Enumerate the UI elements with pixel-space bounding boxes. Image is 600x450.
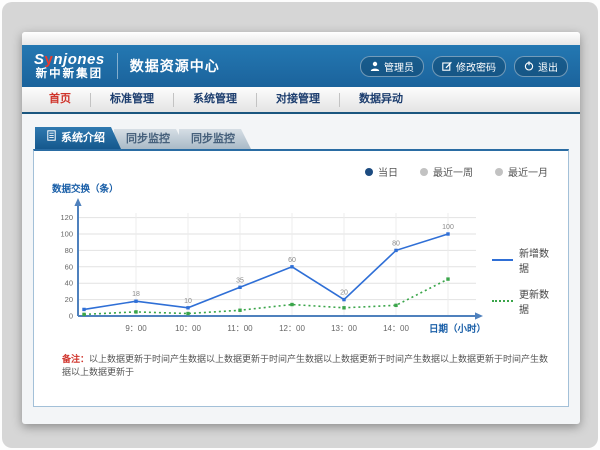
footnote-text: 以上数据更新于时间产生数据以上数据更新于时间产生数据以上数据更新于时间产生数据以…: [62, 354, 548, 377]
filter-last-week[interactable]: 最近一周: [420, 164, 473, 179]
svg-text:80: 80: [392, 240, 400, 247]
filter-today[interactable]: 当日: [365, 164, 398, 179]
change-password-label: 修改密码: [456, 59, 496, 74]
nav-item-data-change[interactable]: 数据异动: [340, 87, 422, 112]
power-icon: [524, 61, 534, 71]
tab-sync-monitor-2[interactable]: 同步监控: [179, 129, 251, 149]
nav-item-standard-mgmt[interactable]: 标准管理: [91, 87, 173, 112]
svg-text:数据交换（条）: 数据交换（条）: [51, 183, 119, 195]
brand-logo-subtitle: 新中新集团: [34, 68, 105, 80]
change-password-button[interactable]: 修改密码: [432, 56, 506, 77]
brand-logo: Synjones 新中新集团: [34, 52, 105, 80]
svg-text:9：00: 9：00: [125, 324, 147, 333]
admin-user-button[interactable]: 管理员: [360, 56, 424, 77]
edit-icon: [442, 61, 452, 71]
legend-new-data-label: 新增数据: [519, 245, 554, 275]
desktop-background: Synjones 新中新集团 数据资源中心 管理员 修改密码 退出: [2, 2, 598, 448]
svg-text:12：00: 12：00: [279, 324, 305, 333]
svg-text:0: 0: [69, 312, 73, 321]
content-area: 系统介绍 同步监控 同步监控 当日 最近一周: [22, 114, 580, 407]
app-window: Synjones 新中新集团 数据资源中心 管理员 修改密码 退出: [22, 32, 580, 424]
svg-text:20: 20: [340, 290, 348, 297]
svg-text:60: 60: [288, 257, 296, 264]
tab-system-intro[interactable]: 系统介绍: [35, 127, 121, 149]
logout-label: 退出: [538, 59, 558, 74]
nav-item-home[interactable]: 首页: [30, 87, 90, 112]
tab-strip: 系统介绍 同步监控 同步监控: [33, 127, 569, 149]
header-user-actions: 管理员 修改密码 退出: [360, 56, 568, 77]
nav-item-system-mgmt[interactable]: 系统管理: [174, 87, 256, 112]
chart-panel: 当日 最近一周 最近一月 0 20 40 60 80 100 120 9：00 10：00 11：…: [33, 149, 569, 407]
chart-legend: 新增数据 更新数据: [492, 245, 554, 338]
filter-last-month-label: 最近一月: [508, 164, 548, 179]
svg-text:10: 10: [184, 298, 192, 305]
filter-today-label: 当日: [378, 164, 398, 179]
footnote-label: 备注：: [62, 354, 89, 364]
main-nav: 首页 标准管理 系统管理 对接管理 数据异动: [22, 87, 580, 114]
filter-last-week-label: 最近一周: [433, 164, 473, 179]
footnote: 备注：以上数据更新于时间产生数据以上数据更新于时间产生数据以上数据更新于时间产生…: [48, 353, 554, 378]
nav-item-interface-mgmt[interactable]: 对接管理: [257, 87, 339, 112]
svg-text:13：00: 13：00: [331, 324, 357, 333]
header-divider: [117, 53, 118, 79]
dotted-line-swatch-icon: [492, 300, 513, 302]
admin-user-label: 管理员: [384, 59, 414, 74]
data-exchange-line-chart: 0 20 40 60 80 100 120 9：00 10：00 11：00 12：00 13：00 1…: [48, 183, 488, 338]
svg-text:100: 100: [442, 224, 454, 231]
svg-text:40: 40: [65, 279, 73, 288]
app-title: 数据资源中心: [130, 56, 220, 76]
svg-text:11：00: 11：00: [227, 324, 253, 333]
svg-text:14：00: 14：00: [383, 324, 409, 333]
radio-dot-icon: [365, 168, 373, 176]
legend-item-new-data: 新增数据: [492, 245, 554, 275]
tab-sync-monitor-1[interactable]: 同步监控: [114, 129, 186, 149]
svg-text:20: 20: [65, 295, 73, 304]
filter-last-month[interactable]: 最近一月: [495, 164, 548, 179]
legend-item-updated-data: 更新数据: [492, 286, 554, 316]
logout-button[interactable]: 退出: [514, 56, 568, 77]
svg-text:100: 100: [60, 230, 73, 239]
logo-text-pre: S: [34, 51, 45, 68]
radio-dot-icon: [420, 168, 428, 176]
svg-text:60: 60: [65, 262, 73, 271]
document-icon: [47, 127, 56, 149]
legend-updated-data-label: 更新数据: [519, 286, 554, 316]
svg-text:80: 80: [65, 246, 73, 255]
logo-text-post: njones: [53, 51, 104, 68]
brand-logo-wordmark: Synjones: [34, 52, 105, 68]
chart-container: 0 20 40 60 80 100 120 9：00 10：00 11：00 12：00 13：00 1…: [48, 183, 554, 338]
app-header: Synjones 新中新集团 数据资源中心 管理员 修改密码 退出: [22, 45, 580, 87]
tab-system-intro-label: 系统介绍: [61, 127, 105, 149]
period-filters: 当日 最近一周 最近一月: [48, 151, 554, 179]
svg-text:18: 18: [132, 291, 140, 298]
user-icon: [370, 61, 380, 71]
window-top-strip: [22, 32, 580, 45]
svg-text:35: 35: [236, 277, 244, 284]
svg-text:10：00: 10：00: [175, 324, 201, 333]
svg-text:120: 120: [60, 213, 73, 222]
solid-line-swatch-icon: [492, 259, 513, 261]
svg-text:日期（小时）: 日期（小时）: [429, 323, 486, 335]
radio-dot-icon: [495, 168, 503, 176]
